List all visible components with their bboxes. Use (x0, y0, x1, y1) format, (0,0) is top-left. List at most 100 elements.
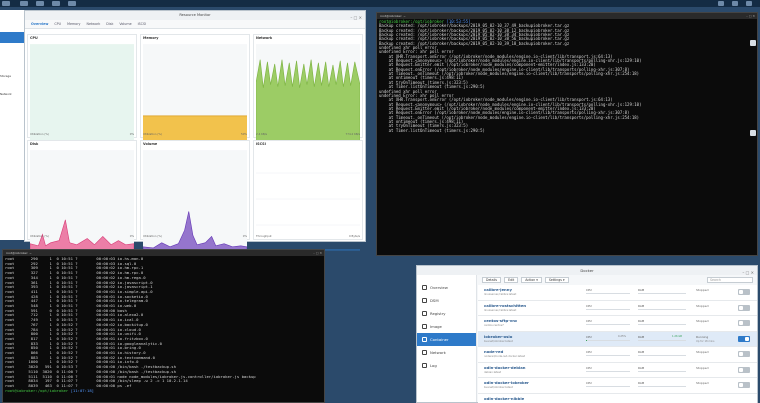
cpu-label: CPU (586, 350, 592, 354)
cpu-panel[interactable]: CPU Utilization (%) 0% (27, 34, 137, 145)
container-row[interactable]: node-red nodered/node-red-docker:latest CP… (478, 347, 757, 363)
docker-window: Docker – □ ✕ Overview DSM Registry Image Con… (416, 265, 758, 403)
docker-main: Details Edit Action ▾ Settings ▾ Search … (478, 275, 757, 403)
container-row[interactable]: iobroker-oslo buanet/iobroker:latest CPU 0.… (478, 331, 757, 347)
window-controls[interactable]: – □ ✕ (350, 13, 362, 22)
container-row[interactable]: odin-docker-debian debian:latest CPU RAM Sto… (478, 362, 757, 378)
notification-icon[interactable] (718, 1, 724, 6)
sidebar-item-label: Network (430, 350, 446, 355)
terminal-window-bottom[interactable]: root@iobroker: ~ – □ ✕ root 290 1 0 10:5… (2, 249, 325, 403)
footer-value: 50% (241, 132, 247, 136)
taskbar-app-icon[interactable] (68, 1, 76, 6)
window-controls[interactable]: – □ ✕ (746, 13, 755, 19)
cpu-label: CPU (586, 288, 592, 292)
cpu-usage-bar (586, 370, 630, 372)
ram-label: RAM (638, 381, 645, 385)
tab-network[interactable]: Network (87, 22, 101, 26)
ram-label: RAM (638, 319, 645, 323)
action-button[interactable]: Action ▾ (521, 277, 542, 283)
prompt-time: [11:07:18] (70, 387, 95, 393)
memory-panel[interactable]: Memory Utilization (%) 50% (140, 34, 250, 145)
ram-label: RAM (638, 334, 645, 339)
tab-iscsi[interactable]: iSCSI (138, 22, 146, 26)
window-title-bar[interactable]: root@iobroker: ~ – □ ✕ (377, 13, 757, 19)
footer-label: Utilization (%) (30, 132, 49, 136)
prompt: root@iobroker:/opt/iobroker (5, 387, 69, 393)
tab-volume[interactable]: Volume (119, 22, 131, 26)
tab-memory[interactable]: Memory (67, 22, 80, 26)
container-name: node-red (484, 349, 504, 354)
container-row[interactable]: calibre-rostschitten linuxserver/calibre:… (478, 300, 757, 316)
panel-footer: Utilization (%) 0% (143, 234, 247, 238)
container-name: calibre-jenny (484, 287, 512, 292)
left-app-selected-item[interactable] (0, 32, 24, 43)
footer-label: Throughput (256, 234, 272, 238)
container-image: debian:latest (484, 370, 502, 374)
ram-usage-bar (638, 308, 686, 310)
window-title-bar[interactable]: Docker – □ ✕ (417, 266, 757, 275)
tab-cpu[interactable]: CPU (54, 22, 61, 26)
window-controls[interactable]: – □ ✕ (313, 250, 322, 256)
taskbar-app-icon[interactable] (36, 1, 44, 6)
footer-value: 0% (129, 234, 134, 238)
sidebar-item-image[interactable]: Image (417, 320, 476, 333)
sidebar-item-label: DSM (430, 298, 439, 303)
desktop-icon[interactable] (750, 130, 756, 136)
settings-button[interactable]: Settings ▾ (544, 277, 569, 283)
container-toggle[interactable] (738, 289, 750, 295)
left-app-window: Storage Network (0, 10, 24, 240)
container-toggle[interactable] (738, 304, 750, 311)
terminal-output[interactable]: root@iobroker:/opt/iobroker [10:53:55] B… (377, 19, 757, 134)
container-image: nodered/node-red-docker:latest (484, 355, 526, 358)
docker-toolbar: Details Edit Action ▾ Settings ▾ Search (478, 275, 757, 285)
terminal-output[interactable]: root 290 1 0 10:51 ? 00:00:03 io.hs-mon.… (3, 256, 324, 394)
iscsi-panel[interactable]: iSCSI Throughput 0 Byte/s (253, 140, 363, 251)
taskbar-app-icon[interactable] (20, 1, 28, 6)
disk-panel[interactable]: Disk Utilization (%) 0% (27, 140, 137, 251)
ram-value: 1.26 GB (672, 334, 683, 338)
container-toggle[interactable] (738, 320, 750, 326)
container-row[interactable]: calibre-jenny linuxserver/calibre:latest C… (478, 285, 757, 301)
sidebar-item-label: Container (430, 337, 449, 342)
container-toggle[interactable] (738, 335, 750, 342)
sidebar-item-network[interactable]: Network (417, 346, 476, 359)
cpu-label: CPU (586, 365, 592, 370)
container-toggle[interactable] (738, 351, 750, 357)
network-panel[interactable]: Network 2.4 KB/s 774.2 KB/s (253, 34, 363, 145)
sidebar-item-dsm[interactable]: DSM (417, 294, 476, 307)
volume-panel[interactable]: Volume Utilization (%) 0% (140, 140, 250, 251)
footer-value: 0% (129, 132, 134, 136)
main-menu-icon[interactable] (2, 1, 10, 6)
taskbar-app-icon[interactable] (52, 1, 60, 6)
container-toggle[interactable] (738, 382, 750, 388)
footer-value: 0 Byte/s (348, 234, 360, 238)
tab-disk[interactable]: Disk (106, 22, 113, 26)
container-row[interactable]: odin-docker-nibble (478, 393, 757, 403)
sidebar-item-overview[interactable]: Overview (417, 281, 476, 294)
terminal-window-top[interactable]: root@iobroker: ~ – □ ✕ root@iobroker:/op… (376, 12, 758, 256)
panel-footer: Utilization (%) 0% (30, 234, 134, 238)
sidebar-item-label: Log (430, 363, 437, 368)
container-name: odin-docker-debian (484, 364, 526, 370)
details-button[interactable]: Details (482, 277, 502, 283)
container-row[interactable]: centos-sftp-vnc centos:centos7 CPU RAM Stopp… (478, 316, 757, 332)
sidebar-item-container[interactable]: Container (417, 333, 476, 346)
search-input[interactable]: Search (707, 277, 753, 283)
window-title-bar[interactable]: Resource Monitor – □ ✕ (25, 11, 365, 20)
search-icon[interactable] (746, 1, 752, 6)
edit-button[interactable]: Edit (504, 277, 519, 283)
container-name: calibre-rostschitten (484, 302, 527, 308)
sidebar-item-log[interactable]: Log (417, 359, 476, 372)
desktop-icon[interactable] (750, 40, 756, 46)
user-icon[interactable] (732, 1, 738, 6)
container-row[interactable]: odin-docker-iobroker buanet/iobroker:late… (478, 378, 757, 394)
container-name: odin-docker-nibble (484, 395, 525, 401)
ram-usage-bar (638, 339, 686, 341)
container-status: Stopped (696, 288, 709, 292)
tab-overview[interactable]: Overview (31, 22, 48, 26)
window-title-bar[interactable]: root@iobroker: ~ – □ ✕ (3, 250, 324, 256)
container-toggle[interactable] (738, 366, 750, 373)
sidebar-item-registry[interactable]: Registry (417, 307, 476, 320)
cpu-usage-bar (586, 355, 630, 357)
container-status: Running (696, 334, 709, 339)
